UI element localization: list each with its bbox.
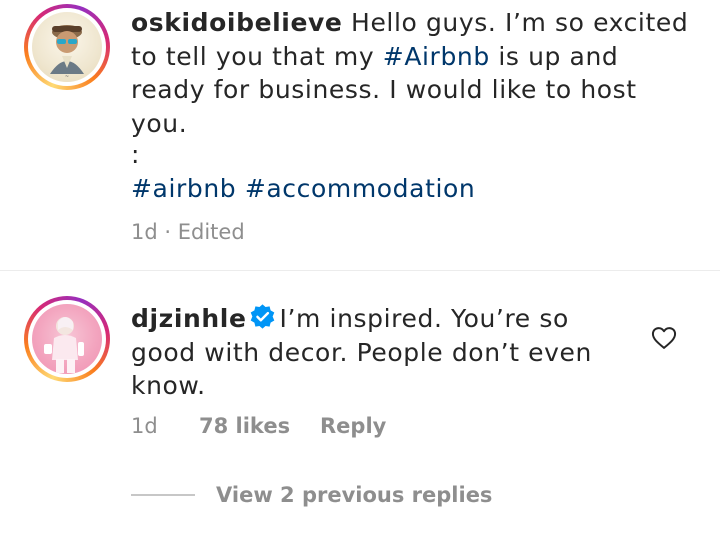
caption-body: oskidoibelieve Hello guys. I’m so excite… <box>131 6 688 40</box>
comment-username[interactable]: djzinhle <box>131 304 247 333</box>
divider <box>0 270 720 271</box>
caption-line-2: to tell you that my #Airbnb is up and <box>131 40 618 74</box>
caption-text-line4: you. <box>131 108 188 138</box>
hashtag-link-airbnb[interactable]: #airbnb <box>131 174 236 203</box>
svg-text:~: ~ <box>65 74 69 80</box>
comment-text-line2: good with decor. People don’t even <box>131 337 592 367</box>
caption-author-avatar[interactable]: ~ <box>24 4 110 90</box>
meta-dot: · <box>157 220 178 244</box>
reply-button[interactable]: Reply <box>320 414 386 438</box>
caption-time[interactable]: 1d <box>131 220 158 244</box>
likes-label: 78 likes <box>199 414 291 438</box>
caption-text-line1: Hello guys. I’m so excited <box>342 8 689 37</box>
comment-text-line3: know. <box>131 371 206 400</box>
hashtag-link-airbnb-inline[interactable]: #Airbnb <box>383 42 490 71</box>
caption-hashtags: #airbnb #accommodation <box>131 172 475 206</box>
caption-text-line2a: to tell you that my <box>131 41 383 71</box>
reply-label: Reply <box>320 414 387 438</box>
comment-text-line1: I’m inspired. You’re so <box>279 304 569 333</box>
comment-time[interactable]: 1d <box>131 414 158 438</box>
verified-badge-icon <box>250 304 274 329</box>
caption-separator: : <box>131 140 141 169</box>
edited-label: Edited <box>177 220 245 244</box>
view-replies-label: View 2 previous replies <box>216 483 493 507</box>
view-previous-replies-button[interactable]: View 2 previous replies <box>216 483 492 507</box>
caption-text-line2b: is up and <box>489 41 619 71</box>
caption-meta: 1d · Edited <box>131 220 245 244</box>
avatar-photo <box>44 317 84 373</box>
heart-outline-icon[interactable] <box>650 324 678 352</box>
avatar-illustration: ~ <box>50 25 84 80</box>
caption-username[interactable]: oskidoibelieve <box>131 8 343 37</box>
hashtag-link-accommodation[interactable]: #accommodation <box>245 174 476 203</box>
comment-author-avatar[interactable] <box>24 296 110 382</box>
comment-body-line1: djzinhle I’m inspired. You’re so <box>131 302 569 336</box>
replies-line <box>131 494 195 496</box>
caption-text-line3: ready for business. I would like to host <box>131 75 637 104</box>
comment-likes-count[interactable]: 78 likes <box>199 414 290 438</box>
